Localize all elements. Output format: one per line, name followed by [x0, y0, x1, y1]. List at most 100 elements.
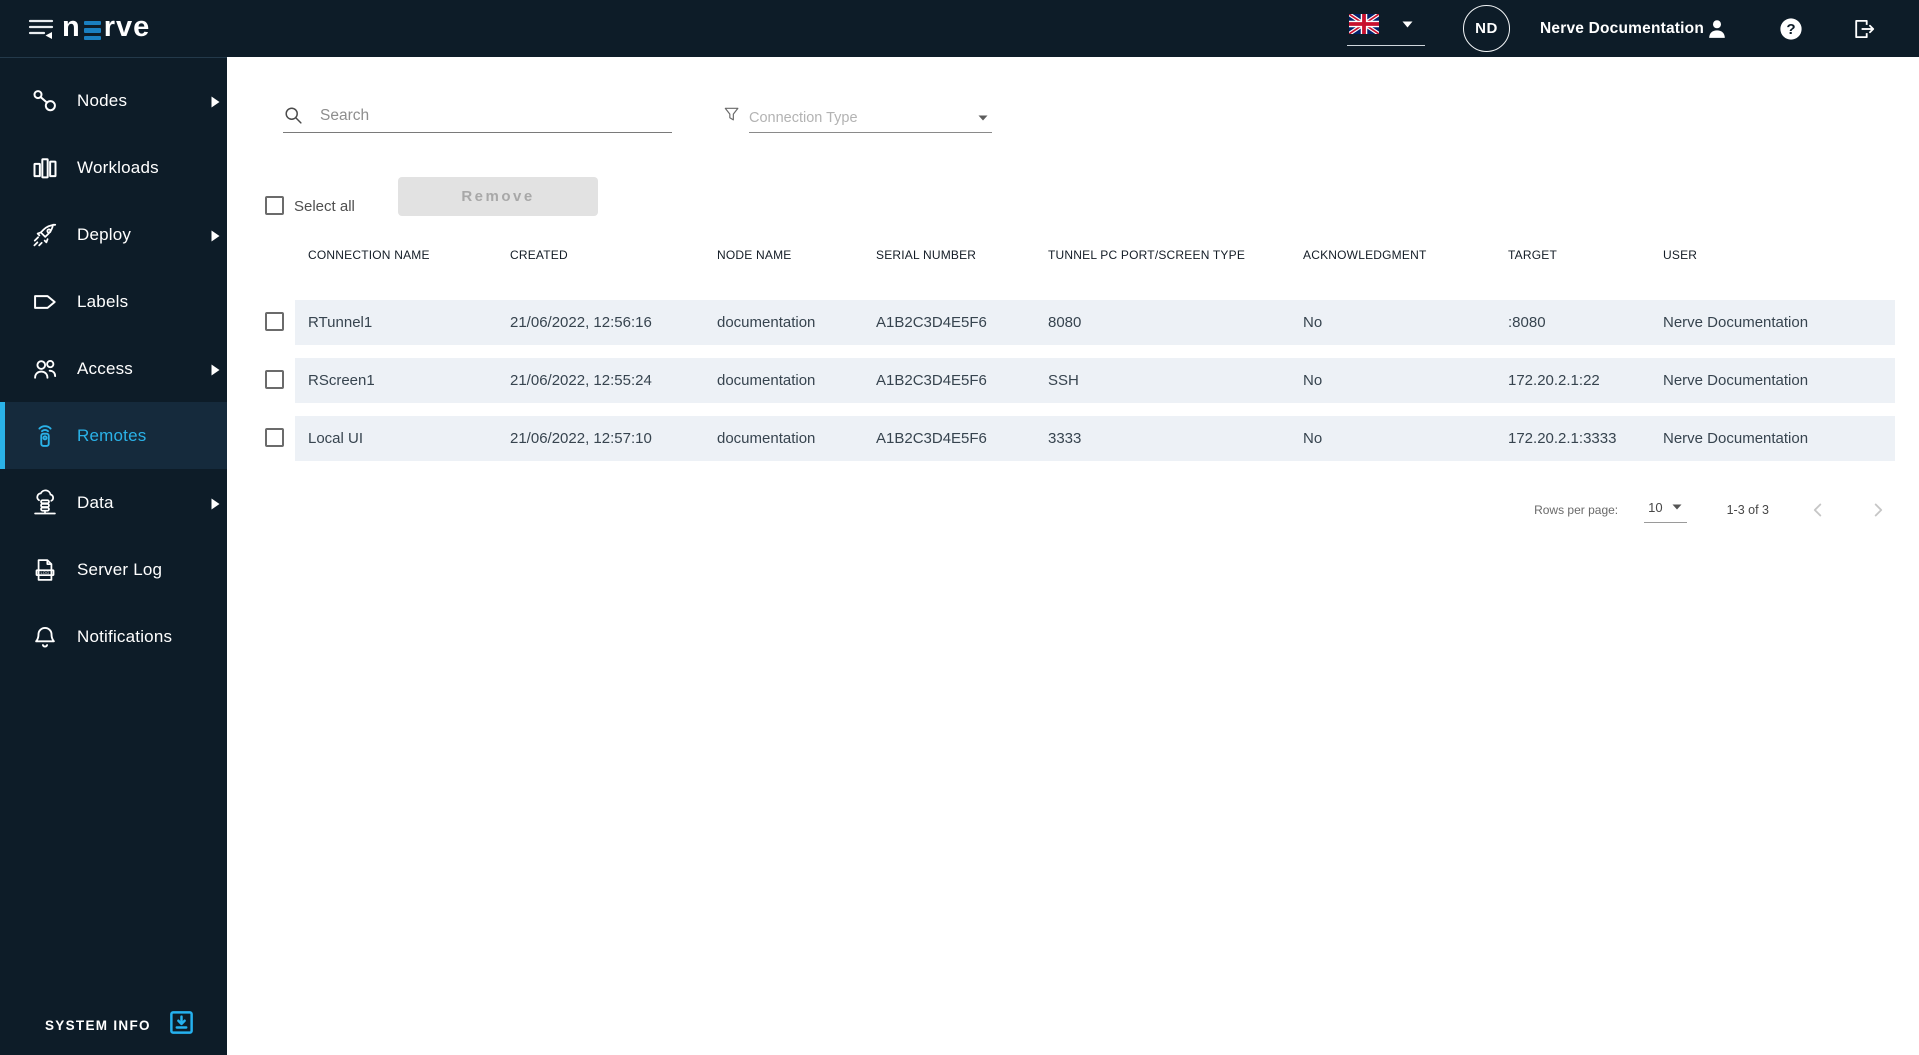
remotes-icon	[30, 421, 60, 451]
cell-acknowledgment: No	[1303, 430, 1323, 447]
remotes-page: Search Connection Type Select all Remove…	[227, 57, 1919, 1055]
sidebar-item-label: Server Log	[77, 559, 163, 579]
cell-created: 21/06/2022, 12:55:24	[510, 372, 652, 389]
column-header: TARGET	[1508, 248, 1557, 262]
logout-button[interactable]	[1851, 16, 1877, 42]
sidebar-item-label: Remotes	[77, 425, 147, 445]
sidebar-item-server-log[interactable]: LOG Server Log	[0, 536, 227, 603]
topbar: n rve ND Nerve Documentation ?	[0, 0, 1919, 57]
avatar[interactable]: ND	[1463, 5, 1510, 52]
sidebar-item-labels[interactable]: Labels	[0, 268, 227, 335]
notifications-icon	[30, 622, 60, 652]
cell-user: Nerve Documentation	[1663, 430, 1809, 447]
next-page-button[interactable]	[1867, 499, 1889, 521]
rows-per-page-select[interactable]: 10	[1644, 498, 1687, 523]
menu-collapse-button[interactable]	[28, 17, 54, 41]
sidebar-item-deploy[interactable]: Deploy	[0, 201, 227, 268]
sidebar-item-workloads[interactable]: Workloads	[0, 134, 227, 201]
access-icon	[30, 354, 60, 384]
column-header: NODE NAME	[717, 248, 792, 262]
connection-type-select[interactable]: Connection Type	[749, 103, 992, 133]
cell-serial-number: A1B2C3D4E5F6	[876, 372, 987, 389]
workloads-icon	[30, 153, 60, 183]
column-header: ACKNOWLEDGMENT	[1303, 248, 1427, 262]
table-row-container: RScreen1 21/06/2022, 12:55:24 documentat…	[227, 358, 1895, 403]
cell-serial-number: A1B2C3D4E5F6	[876, 430, 987, 447]
system-info-icon	[168, 1009, 195, 1041]
previous-page-button[interactable]	[1807, 499, 1829, 521]
table-row[interactable]: RTunnel1 21/06/2022, 12:56:16 documentat…	[295, 300, 1895, 345]
cell-target: :8080	[1508, 314, 1546, 331]
cell-node-name: documentation	[717, 372, 816, 389]
cell-user: Nerve Documentation	[1663, 314, 1809, 331]
cell-connection-name: Local UI	[308, 430, 364, 447]
cell-user: Nerve Documentation	[1663, 372, 1809, 389]
column-header: SERIAL NUMBER	[876, 248, 977, 262]
cell-connection-name: RTunnel1	[308, 314, 373, 331]
select-all-label: Select all	[294, 198, 355, 215]
chevron-down-icon	[1672, 504, 1682, 510]
help-icon: ?	[1780, 18, 1802, 40]
cell-node-name: documentation	[717, 430, 816, 447]
chevron-left-icon	[1813, 503, 1822, 517]
cell-acknowledgment: No	[1303, 372, 1323, 389]
user-name: Nerve Documentation	[1540, 19, 1704, 37]
pagination: Rows per page: 10 1-3 of 3	[1534, 490, 1889, 530]
sidebar-nav: Nodes Workloads Deploy Labels Access Rem…	[0, 58, 227, 670]
row-checkbox[interactable]	[265, 370, 284, 389]
column-header: CONNECTION NAME	[308, 248, 430, 262]
logo-text-prefix: n	[62, 11, 81, 43]
profile-button[interactable]	[1704, 16, 1730, 42]
select-all-checkbox[interactable]	[265, 196, 284, 215]
system-info-button[interactable]: SYSTEM INFO	[45, 1009, 195, 1041]
language-selector[interactable]	[1347, 12, 1425, 46]
chevron-down-icon	[1402, 21, 1413, 28]
submenu-arrow-icon	[211, 229, 220, 241]
cell-created: 21/06/2022, 12:57:10	[510, 430, 652, 447]
search-placeholder: Search	[320, 106, 370, 124]
table-row[interactable]: Local UI 21/06/2022, 12:57:10 documentat…	[295, 416, 1895, 461]
filter-icon	[722, 104, 742, 126]
column-header: CREATED	[510, 248, 568, 262]
row-checkbox[interactable]	[265, 428, 284, 447]
column-header: USER	[1663, 248, 1698, 262]
help-button[interactable]: ?	[1778, 16, 1804, 42]
table-row-container: RTunnel1 21/06/2022, 12:56:16 documentat…	[227, 300, 1895, 345]
submenu-arrow-icon	[211, 497, 220, 509]
sidebar-item-access[interactable]: Access	[0, 335, 227, 402]
submenu-arrow-icon	[211, 95, 220, 107]
sidebar-item-data[interactable]: Data	[0, 469, 227, 536]
sidebar-item-remotes[interactable]: Remotes	[0, 402, 227, 469]
rows-per-page-label: Rows per page:	[1534, 503, 1619, 517]
uk-flag-icon	[1349, 14, 1379, 34]
cell-node-name: documentation	[717, 314, 816, 331]
cell-serial-number: A1B2C3D4E5F6	[876, 314, 987, 331]
cell-tunnel-port: SSH	[1048, 372, 1079, 389]
sidebar-item-notifications[interactable]: Notifications	[0, 603, 227, 670]
cell-tunnel-port: 3333	[1048, 430, 1082, 447]
cell-acknowledgment: No	[1303, 314, 1323, 331]
cell-target: 172.20.2.1:3333	[1508, 430, 1617, 447]
language-underline	[1347, 45, 1425, 46]
rows-per-page-value: 10	[1648, 499, 1663, 515]
sidebar-item-nodes[interactable]: Nodes	[0, 67, 227, 134]
person-icon	[1709, 20, 1725, 38]
row-checkbox[interactable]	[265, 312, 284, 331]
column-header: TUNNEL PC PORT/SCREEN TYPE	[1048, 248, 1246, 262]
nodes-icon	[30, 86, 60, 116]
logo-e-bars-icon	[83, 15, 101, 41]
logout-icon	[1855, 19, 1875, 39]
table-row[interactable]: RScreen1 21/06/2022, 12:55:24 documentat…	[295, 358, 1895, 403]
sidebar-item-label: Workloads	[77, 157, 159, 177]
cell-created: 21/06/2022, 12:56:16	[510, 314, 652, 331]
hamburger-icon	[28, 19, 54, 39]
connection-type-placeholder: Connection Type	[749, 109, 858, 126]
nerve-logo: n rve	[62, 11, 150, 44]
sidebar-item-label: Notifications	[77, 626, 173, 646]
deploy-icon	[30, 220, 60, 250]
sidebar-item-label: Access	[77, 358, 133, 378]
system-info-label: SYSTEM INFO	[45, 1017, 151, 1033]
table-body: RTunnel1 21/06/2022, 12:56:16 documentat…	[227, 300, 1895, 474]
search-field[interactable]: Search	[283, 99, 672, 133]
remove-button[interactable]: Remove	[398, 177, 598, 216]
